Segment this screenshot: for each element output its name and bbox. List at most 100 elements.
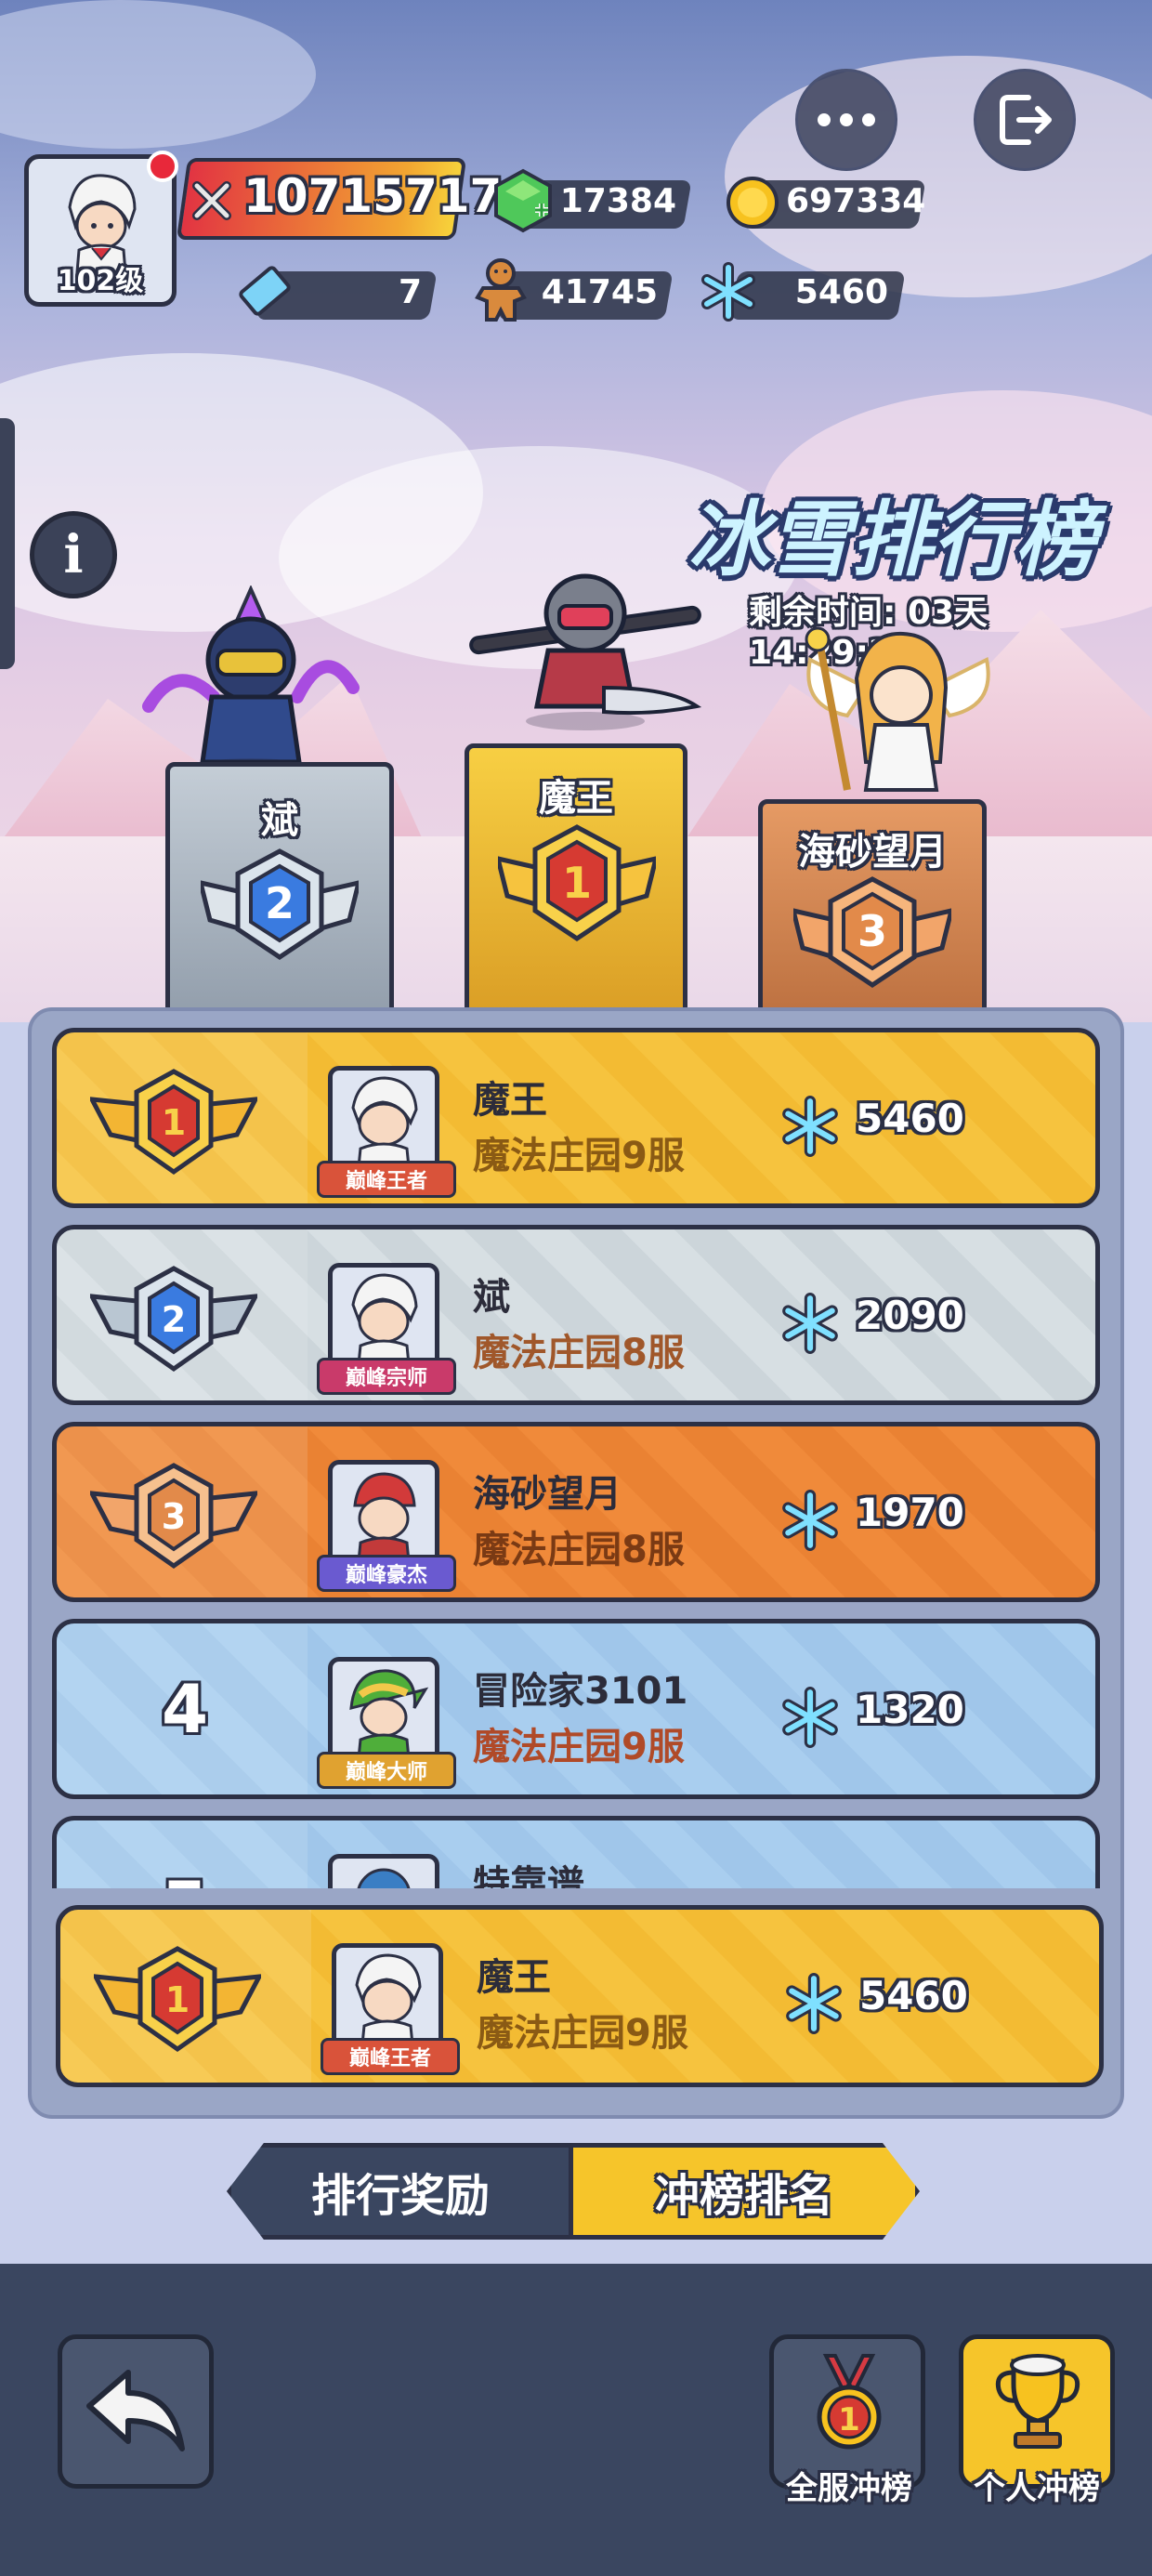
row-4-portrait xyxy=(349,1669,429,1758)
row-2-server: 魔法庄园8服 xyxy=(473,1332,685,1374)
personal-rank-label: 个人冲榜 xyxy=(974,2470,1100,2507)
self-title-badge: 巅峰王者 xyxy=(321,2038,460,2075)
self-rank-row[interactable]: 1 巅峰王者 魔王 魔法庄园9服 5460 xyxy=(56,1905,1104,2087)
ranking-row-4[interactable]: 4 巅峰大师 冒险家3101 魔法庄园9服 1320 xyxy=(52,1619,1100,1799)
svg-text:3: 3 xyxy=(162,1496,186,1537)
rank-2-badge-icon: 2 xyxy=(201,848,359,961)
row-4-title-badge: 巅峰大师 xyxy=(317,1752,456,1789)
row-3-avatar[interactable] xyxy=(328,1460,439,1566)
side-drawer-tab[interactable] xyxy=(0,418,15,669)
svg-text:2: 2 xyxy=(162,1299,186,1340)
server-rank-label: 全服冲榜 xyxy=(786,2470,912,2507)
row-3-server: 魔法庄园8服 xyxy=(473,1529,685,1571)
rank-1-badge-icon: 1 xyxy=(94,1946,261,2053)
row-5-name: 特靠谱 xyxy=(473,1863,584,1888)
row-1-score: 5460 xyxy=(856,1096,964,1141)
snowflake-icon xyxy=(786,1973,842,2034)
cookies-value: 41745 xyxy=(541,273,658,311)
row-2-avatar[interactable] xyxy=(328,1263,439,1369)
row-3-title-badge: 巅峰豪杰 xyxy=(317,1555,456,1592)
row-4-rank: 4 xyxy=(161,1670,209,1748)
rank-3-badge-icon: 3 xyxy=(90,1463,257,1570)
gems-value: 17384 xyxy=(559,182,676,220)
exit-icon xyxy=(1000,95,1052,145)
rank-1-badge-icon: 1 xyxy=(498,824,656,942)
info-icon: i xyxy=(63,524,84,585)
svg-text:1: 1 xyxy=(838,2401,860,2438)
rank-3-badge-icon: 3 xyxy=(793,876,951,989)
self-score: 5460 xyxy=(859,1973,968,2018)
podium-first-character xyxy=(469,573,702,730)
podium-second-character xyxy=(142,585,360,777)
ranking-list[interactable]: 1 巅峰王者 魔王 魔法庄园9服 5460 2 巅峰宗师 斌 魔法庄园8服 20… xyxy=(52,1028,1100,1888)
player-level: 102级 xyxy=(57,265,144,297)
row-4-server: 魔法庄园9服 xyxy=(473,1726,685,1768)
self-server: 魔法庄园9服 xyxy=(477,2012,688,2055)
notification-dot xyxy=(147,151,178,182)
power-value: 10715717 xyxy=(243,169,503,223)
trophy-icon xyxy=(995,2354,1080,2449)
row-1-name: 魔王 xyxy=(473,1079,547,1122)
row-2-name: 斌 xyxy=(473,1276,510,1319)
snowflake-icon[interactable] xyxy=(697,260,760,323)
more-button[interactable] xyxy=(795,69,897,171)
self-avatar[interactable] xyxy=(332,1943,443,2049)
ranking-row-3[interactable]: 3 巅峰豪杰 海砂望月 魔法庄园8服 1970 xyxy=(52,1422,1100,1602)
event-title: 冰雪排行榜 xyxy=(687,492,1097,587)
coins-value: 697334 xyxy=(786,182,926,220)
row-4-score: 1320 xyxy=(856,1687,964,1732)
tab-rank-rewards[interactable]: 排行奖励 xyxy=(227,2143,574,2240)
podium-third-character xyxy=(805,626,990,792)
podium-first[interactable]: 魔王 1 xyxy=(465,743,687,1041)
snowflake-icon xyxy=(782,1490,838,1551)
tab-rank-ranking[interactable]: 冲榜排名 xyxy=(569,2143,920,2240)
row-4-avatar[interactable] xyxy=(328,1657,439,1763)
row-3-score: 1970 xyxy=(856,1490,964,1535)
row-3-name: 海砂望月 xyxy=(473,1473,622,1516)
tickets-value: 7 xyxy=(398,273,422,311)
back-arrow-icon xyxy=(86,2370,185,2451)
podium-second[interactable]: 斌 2 xyxy=(165,762,394,1041)
row-5-portrait xyxy=(357,1868,411,1888)
ticket-icon[interactable] xyxy=(230,256,299,325)
exit-button[interactable] xyxy=(974,69,1076,171)
row-1-portrait xyxy=(351,1076,418,1167)
row-1-server: 魔法庄园9服 xyxy=(473,1135,685,1177)
gem-icon[interactable] xyxy=(491,167,556,236)
row-2-score: 2090 xyxy=(856,1293,964,1338)
self-name: 魔王 xyxy=(477,1956,551,1999)
info-button[interactable]: i xyxy=(30,511,117,598)
more-icon xyxy=(818,113,875,126)
medal-icon: 1 xyxy=(817,2354,882,2450)
row-1-title-badge: 巅峰王者 xyxy=(317,1161,456,1198)
podium-third-name: 海砂望月 xyxy=(798,831,947,874)
svg-text:1: 1 xyxy=(165,1979,190,2020)
svg-text:2: 2 xyxy=(265,878,295,928)
podium-first-name: 魔王 xyxy=(539,777,613,820)
snowflake-icon xyxy=(782,1293,838,1354)
row-5-rank: 5 xyxy=(138,1867,231,1888)
self-portrait xyxy=(355,1953,422,2044)
row-4-name: 冒险家3101 xyxy=(473,1670,688,1713)
svg-text:1: 1 xyxy=(562,858,592,908)
ranking-row-1[interactable]: 1 巅峰王者 魔王 魔法庄园9服 5460 xyxy=(52,1028,1100,1208)
row-5-avatar[interactable] xyxy=(328,1854,439,1888)
cookie-icon[interactable] xyxy=(470,256,531,325)
sword-icon xyxy=(192,181,231,220)
row-2-portrait xyxy=(351,1273,418,1364)
back-button[interactable] xyxy=(58,2334,214,2489)
podium-second-name: 斌 xyxy=(261,799,298,842)
snowflakes-value: 5460 xyxy=(794,273,888,311)
svg-text:1: 1 xyxy=(162,1102,186,1143)
svg-text:3: 3 xyxy=(857,906,887,956)
row-1-avatar[interactable] xyxy=(328,1066,439,1172)
podium-third[interactable]: 海砂望月 3 xyxy=(758,799,987,1041)
row-2-title-badge: 巅峰宗师 xyxy=(317,1358,456,1395)
snowflake-icon xyxy=(782,1687,838,1748)
ranking-row-2[interactable]: 2 巅峰宗师 斌 魔法庄园8服 2090 xyxy=(52,1225,1100,1405)
ranking-row-5[interactable]: 5 特靠谱 xyxy=(52,1816,1100,1888)
row-3-portrait xyxy=(353,1472,416,1561)
coin-icon[interactable] xyxy=(725,175,780,230)
rank-1-badge-icon: 1 xyxy=(90,1069,257,1176)
snowflake-icon xyxy=(782,1096,838,1157)
